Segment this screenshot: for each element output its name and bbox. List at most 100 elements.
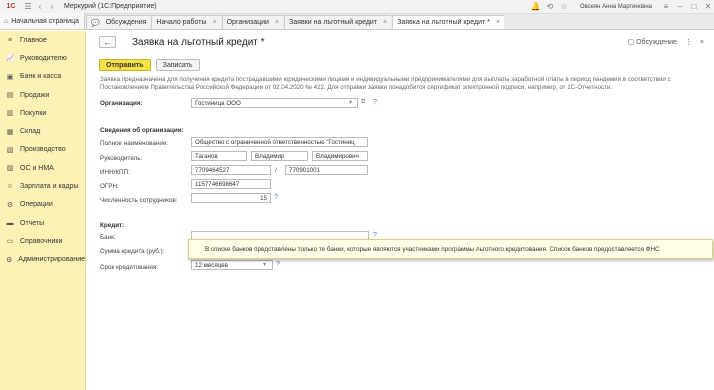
close-icon[interactable]: ✕: [702, 0, 714, 14]
sidebar-item-director[interactable]: 📈 Руководителю: [0, 49, 85, 67]
sidebar-item-label: Справочники: [20, 237, 63, 245]
sidebar-item-production[interactable]: ▧ Производство: [0, 141, 85, 159]
organization-field[interactable]: Гостиница ООО: [191, 98, 358, 108]
minimize-icon[interactable]: –: [674, 0, 686, 14]
tab-credit-request[interactable]: Заявка на льготный кредит * ×: [392, 15, 504, 29]
sidebar-item-reports[interactable]: ▬ Отчеты: [0, 214, 85, 232]
home-icon: ⌂: [4, 17, 9, 25]
tab-home[interactable]: ⌂ Начальная страница: [0, 13, 85, 29]
full-name-field[interactable]: Общество с ограниченной ответственностью…: [191, 137, 368, 147]
maximize-icon[interactable]: □: [688, 0, 700, 14]
tab-label: Организации: [226, 19, 269, 26]
sidebar-item-label: Руководителю: [20, 54, 67, 62]
head-middle-name-field[interactable]: Владимирович: [312, 151, 368, 161]
star-icon[interactable]: ☆: [558, 0, 570, 14]
discussion-icon: ▢: [627, 39, 635, 46]
warehouse-icon: ▦: [6, 128, 14, 136]
head-first-name-field[interactable]: Владимир: [251, 151, 308, 161]
bank-icon: ▣: [6, 73, 14, 81]
open-link-icon[interactable]: ⧉: [361, 99, 365, 106]
sidebar-item-payroll[interactable]: ☺ Зарплата и кадры: [0, 177, 85, 195]
arrow-left-icon: ←: [103, 37, 112, 47]
menu-icon[interactable]: ☰: [22, 0, 34, 14]
tab-label: Заявка на льготный кредит *: [397, 18, 490, 26]
page-title: Заявка на льготный кредит *: [132, 36, 265, 48]
org-info-heading: Сведения об организации:: [100, 127, 184, 134]
user-name[interactable]: Овсеян Анна Мартиновна: [580, 4, 652, 10]
ogrn-label: ОГРН:: [100, 183, 119, 190]
help-icon[interactable]: ?: [373, 99, 377, 106]
settings-icon[interactable]: ≡: [660, 0, 672, 14]
sidebar-item-bank[interactable]: ▣ Банк и касса: [0, 68, 85, 86]
head-last-name-field[interactable]: Таганов: [191, 151, 247, 161]
tab-organizations[interactable]: Организации ×: [221, 15, 284, 29]
tab-label: Обсуждения: [105, 19, 147, 26]
sidebar-item-label: Склад: [20, 128, 41, 136]
app-logo: 1С: [6, 3, 16, 10]
reports-icon: ▬: [6, 219, 14, 227]
sidebar-item-label: Производство: [20, 146, 66, 154]
inn-field[interactable]: 7709464527: [191, 165, 271, 175]
close-form-icon[interactable]: ×: [700, 39, 704, 46]
sidebar-item-label: Администрирование: [18, 256, 86, 264]
discussion-button[interactable]: ▢ Обсуждение: [628, 38, 677, 46]
save-button[interactable]: Записать: [155, 59, 200, 71]
credit-heading: Кредит:: [100, 222, 125, 229]
dropdown-arrow-icon[interactable]: ▾: [263, 261, 266, 268]
back-arrow-icon[interactable]: ‹: [34, 0, 46, 14]
sidebar-item-label: Продажи: [20, 91, 50, 99]
help-icon[interactable]: ?: [276, 261, 280, 268]
sidebar-item-catalogs[interactable]: ▭ Справочники: [0, 232, 85, 250]
staff-count-field[interactable]: 15: [191, 193, 271, 203]
forward-arrow-icon[interactable]: ›: [46, 0, 58, 14]
full-name-label: Полное наименование:: [100, 140, 169, 147]
tab-discussions[interactable]: 💬 Обсуждения: [86, 15, 151, 29]
credit-amount-label: Сумма кредита (руб.):: [100, 248, 165, 255]
sidebar-item-label: Операции: [20, 201, 53, 209]
close-tab-icon[interactable]: ×: [275, 19, 279, 26]
notification-bell-icon[interactable]: 🔔: [530, 0, 542, 14]
discussion-label: Обсуждение: [636, 39, 677, 46]
more-menu-icon[interactable]: ⋮: [685, 38, 692, 46]
credit-term-label: Срок кредитования:: [100, 264, 159, 271]
back-button[interactable]: ←: [99, 36, 116, 48]
sidebar-item-main[interactable]: ≡ Главное: [0, 31, 85, 49]
tab-home-label: Начальная страница: [11, 17, 79, 25]
window-title: Меркурий (1С:Предприятие): [64, 3, 157, 10]
chart-icon: 📈: [6, 55, 15, 63]
sidebar-item-sales[interactable]: ▤ Продажи: [0, 86, 85, 104]
sidebar-item-purchases[interactable]: ▥ Покупки: [0, 104, 85, 122]
ogrn-field[interactable]: 1157746698647: [191, 179, 271, 189]
sidebar-item-label: ОС и НМА: [20, 164, 54, 172]
operations-icon: ⚙: [6, 201, 14, 209]
send-button[interactable]: Отправить: [99, 59, 151, 71]
assets-icon: ▨: [6, 165, 14, 173]
tab-start[interactable]: Начало работы ×: [151, 15, 221, 29]
help-icon[interactable]: ?: [373, 232, 377, 239]
help-icon[interactable]: ?: [274, 194, 278, 201]
sidebar-item-label: Банк и касса: [20, 73, 62, 81]
tab-credit-requests[interactable]: Заявки на льготный кредит ×: [284, 15, 392, 29]
bank-label: Банк:: [100, 234, 116, 241]
close-tab-icon[interactable]: ×: [383, 19, 387, 26]
inn-kpp-label: ИНН/КПП:: [100, 169, 130, 176]
sidebar-item-label: Отчеты: [20, 219, 45, 227]
sidebar-item-label: Покупки: [20, 109, 47, 117]
sidebar-item-admin[interactable]: ⚙ Администрирование: [0, 251, 85, 269]
credit-term-select[interactable]: 12 месяцев: [191, 260, 273, 270]
gear-icon: ⚙: [6, 256, 13, 264]
people-icon: ☺: [6, 183, 14, 191]
bank-tooltip: В списке банков представлены только те б…: [188, 239, 713, 259]
organization-label: Организация:: [100, 100, 143, 107]
factory-icon: ▧: [6, 146, 14, 154]
sidebar-item-assets[interactable]: ▨ ОС и НМА: [0, 159, 85, 177]
history-icon[interactable]: ⟲: [544, 0, 556, 14]
close-tab-icon[interactable]: ×: [213, 19, 217, 26]
dropdown-arrow-icon[interactable]: ▾: [349, 99, 352, 106]
close-tab-icon[interactable]: ×: [496, 19, 500, 26]
sidebar-item-operations[interactable]: ⚙ Операции: [0, 196, 85, 214]
sidebar-item-warehouse[interactable]: ▦ Склад: [0, 122, 85, 140]
book-icon: ▭: [6, 238, 14, 246]
sidebar-item-label: Зарплата и кадры: [20, 183, 79, 191]
kpp-field[interactable]: 770901001: [285, 165, 368, 175]
